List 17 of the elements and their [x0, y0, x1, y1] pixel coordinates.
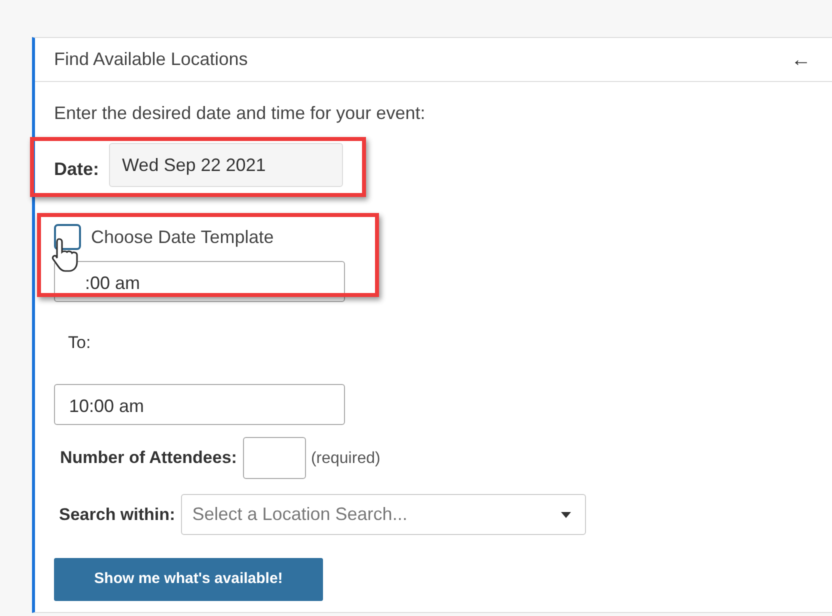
from-time-field[interactable]: :00 am	[54, 261, 345, 302]
back-arrow-icon[interactable]: ←	[791, 44, 811, 74]
show-available-button[interactable]: Show me what's available!	[54, 558, 323, 600]
panel-title: Find Available Locations	[54, 48, 248, 71]
to-time-field[interactable]: 10:00 am	[54, 384, 345, 424]
location-search-select[interactable]: Select a Location Search...	[181, 494, 586, 535]
date-field[interactable]: Wed Sep 22 2021	[109, 143, 344, 187]
date-label: Date:	[54, 158, 100, 181]
checkbox-label[interactable]: Choose Date Template	[91, 224, 274, 250]
attendees-field[interactable]	[242, 436, 306, 478]
instruction-text: Enter the desired date and time for your event:	[54, 102, 426, 125]
hand-pointer-icon	[50, 237, 80, 273]
required-note: (required)	[310, 448, 380, 468]
search-within-label: Search within:	[59, 504, 176, 526]
dropdown-caret-icon	[561, 512, 572, 518]
attendees-label: Number of Attendees:	[60, 446, 237, 469]
to-label: To:	[68, 332, 92, 354]
